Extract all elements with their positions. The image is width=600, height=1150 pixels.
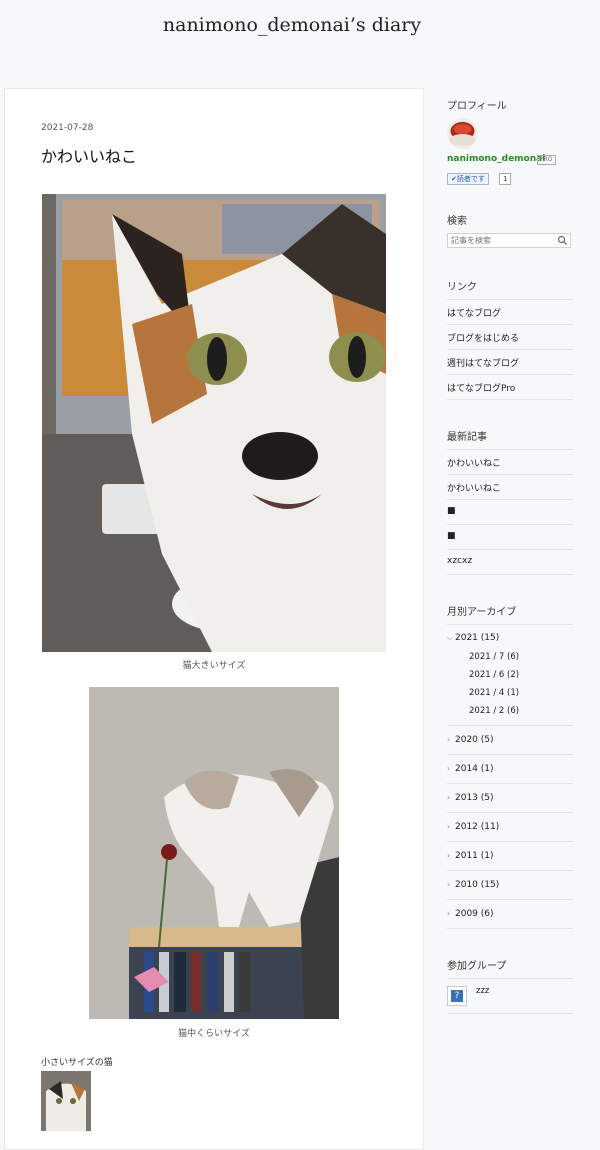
profile-username[interactable]: nanimono_demonai <box>447 154 545 164</box>
chevron-right-icon[interactable]: › <box>447 793 455 802</box>
groups-heading: 参加グループ <box>447 961 507 972</box>
recent-item[interactable]: かわいいねこ <box>447 456 501 469</box>
chevron-right-icon[interactable]: › <box>447 764 455 773</box>
entry-title[interactable]: かわいいねこ <box>41 143 137 167</box>
entry-date[interactable]: 2021-07-28 <box>41 123 93 133</box>
profile-heading: プロフィール <box>447 101 507 112</box>
recent-item[interactable]: xzcxz <box>447 556 472 566</box>
avatar[interactable] <box>447 118 478 149</box>
chevron-right-icon[interactable]: › <box>447 851 455 860</box>
small-size-label: 小さいサイズの猫 <box>41 1058 113 1068</box>
archive-month[interactable]: 2021 / 6 (2) <box>469 670 519 680</box>
archive-year[interactable]: › 2012 (11) <box>447 822 499 832</box>
entry-panel: 2021-07-28 かわいいねこ 猫大きいサイズ 猫中くらいサイズ 小さいサイ… <box>4 88 424 1150</box>
pro-badge: PRO <box>537 155 556 165</box>
archive-year[interactable]: › 2010 (15) <box>447 880 499 890</box>
archive-heading: 月別アーカイブ <box>447 607 517 618</box>
recent-item[interactable]: かわいいねこ <box>447 481 501 494</box>
archive-year[interactable]: › 2020 (5) <box>447 735 494 745</box>
caption-large: 猫大きいサイズ <box>182 661 246 671</box>
subscriber-count[interactable]: 1 <box>499 173 512 185</box>
recent-item[interactable]: ■ <box>447 506 456 516</box>
archive-year[interactable]: › 2011 (1) <box>447 851 494 861</box>
search-heading: 検索 <box>447 216 467 227</box>
chevron-right-icon[interactable]: › <box>447 880 455 889</box>
cat-photo-large[interactable] <box>42 194 386 652</box>
recent-heading: 最新記事 <box>447 432 487 443</box>
link-hatena-blog[interactable]: はてなブログ <box>447 306 501 319</box>
recent-item[interactable]: ■ <box>447 531 456 541</box>
link-weekly-hatena[interactable]: 週刊はてなブログ <box>447 356 519 369</box>
archive-month[interactable]: 2021 / 4 (1) <box>469 688 519 698</box>
cat-photo-small[interactable] <box>41 1071 91 1131</box>
archive-month[interactable]: 2021 / 2 (6) <box>469 706 519 716</box>
search-input[interactable] <box>448 234 554 247</box>
chevron-right-icon[interactable]: › <box>447 735 455 744</box>
link-start-blog[interactable]: ブログをはじめる <box>447 331 519 344</box>
group-icon[interactable]: ? <box>447 986 467 1006</box>
caption-medium: 猫中くらいサイズ <box>178 1029 250 1039</box>
archive-year[interactable]: › 2009 (6) <box>447 909 494 919</box>
archive-month[interactable]: 2021 / 7 (6) <box>469 652 519 662</box>
search-box <box>447 233 571 248</box>
search-icon[interactable] <box>557 235 568 246</box>
cat-photo-medium[interactable] <box>89 687 339 1019</box>
subscribe-button[interactable]: ✔読者です <box>447 173 489 185</box>
archive-year[interactable]: › 2014 (1) <box>447 764 494 774</box>
archive-year-2021[interactable]: ⌵ 2021 (15) <box>447 633 499 643</box>
links-heading: リンク <box>447 282 477 293</box>
archive-year[interactable]: › 2013 (5) <box>447 793 494 803</box>
link-hatena-pro[interactable]: はてなブログPro <box>447 381 515 394</box>
chevron-down-icon[interactable]: ⌵ <box>447 633 455 643</box>
blog-title[interactable]: nanimono_demonai’s diary <box>0 14 584 36</box>
chevron-right-icon[interactable]: › <box>447 909 455 918</box>
chevron-right-icon[interactable]: › <box>447 822 455 831</box>
group-name[interactable]: zzz <box>476 986 489 996</box>
